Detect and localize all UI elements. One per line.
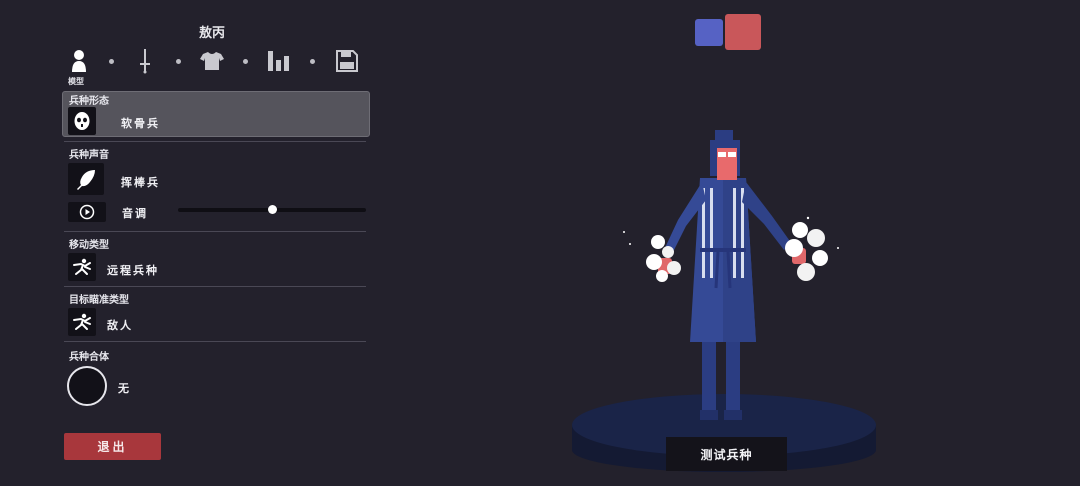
running-figure-icon [73, 313, 91, 330]
shirt-icon [200, 52, 224, 70]
tab-model-label: 模型 [68, 77, 84, 86]
targeting-option-button[interactable] [68, 308, 96, 336]
pitch-label: 音调 [122, 207, 148, 220]
tab-save[interactable] [332, 46, 362, 76]
team-color-red-swatch[interactable] [725, 14, 761, 50]
tab-separator-dot [176, 59, 181, 64]
running-figure-icon [73, 258, 91, 275]
tab-stats[interactable] [264, 46, 294, 76]
movement-value: 远程兵种 [107, 264, 159, 277]
section-label-voice: 兵种声音 [69, 150, 109, 161]
exit-button[interactable]: 退出 [64, 433, 161, 460]
divider [64, 341, 366, 342]
form-icon-box [68, 107, 96, 135]
divider [64, 141, 366, 142]
voice-value: 挥棒兵 [121, 176, 160, 189]
unit-preview-3d [572, 130, 876, 472]
person-icon [72, 50, 86, 72]
sword-icon [140, 49, 150, 74]
test-unit-button[interactable]: 测试兵种 [666, 437, 787, 471]
tab-model[interactable] [64, 46, 94, 76]
movement-option-button[interactable] [68, 253, 96, 281]
form-value: 软骨兵 [121, 117, 160, 130]
editor-tab-bar [64, 46, 374, 78]
save-icon [336, 50, 358, 72]
unit-name-title: 敖丙 [198, 26, 225, 41]
tab-separator-dot [310, 59, 315, 64]
play-icon [79, 204, 95, 220]
voice-option-button[interactable] [68, 163, 104, 195]
section-label-form: 兵种形态 [69, 96, 109, 107]
divider [64, 286, 366, 287]
tab-separator-dot [109, 59, 114, 64]
stats-icon [268, 51, 289, 71]
team-color-blue-swatch[interactable] [695, 19, 723, 46]
tab-separator-dot [243, 59, 248, 64]
feather-icon [77, 170, 95, 190]
play-voice-button[interactable] [68, 202, 106, 222]
section-label-movement: 移动类型 [69, 240, 109, 251]
unit-character-model [623, 130, 839, 420]
section-label-targeting: 目标瞄准类型 [69, 295, 129, 306]
fusion-value: 无 [118, 382, 131, 395]
pitch-slider-handle[interactable] [267, 205, 277, 214]
divider [64, 231, 366, 232]
mask-icon [74, 112, 90, 130]
section-label-fusion: 兵种合体 [69, 352, 109, 363]
tab-clothing[interactable] [197, 46, 227, 76]
tab-weapon[interactable] [130, 46, 160, 76]
fusion-slot-button[interactable] [67, 366, 107, 406]
targeting-value: 敌人 [107, 319, 133, 332]
